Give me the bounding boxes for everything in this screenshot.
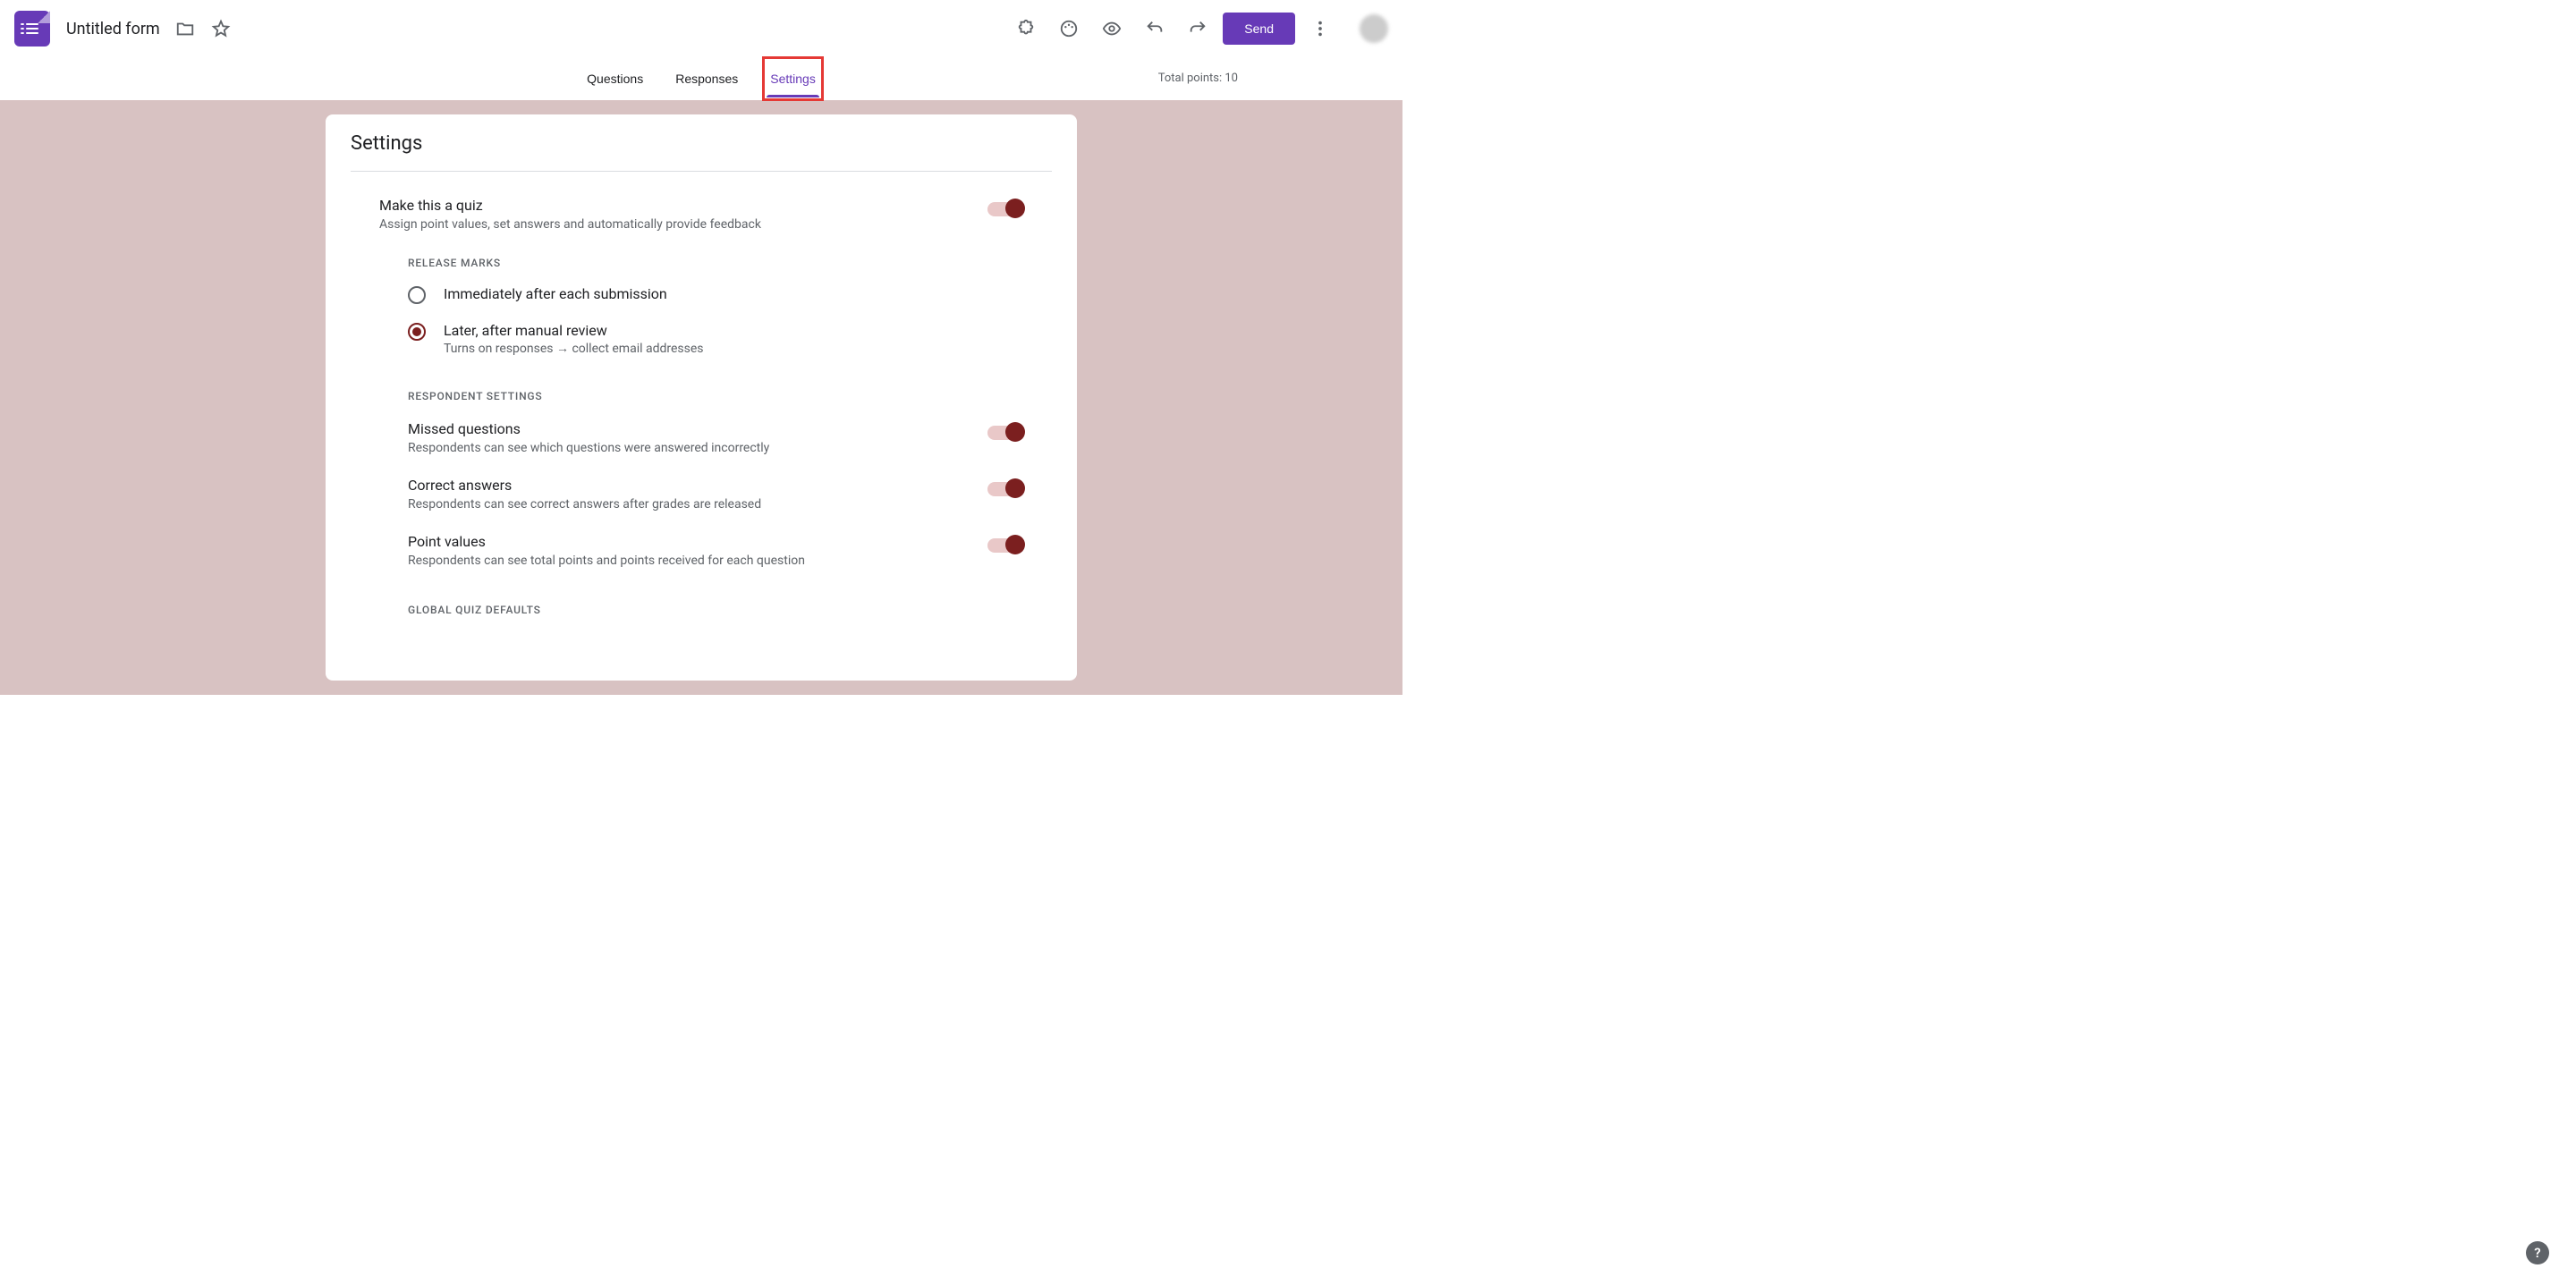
tab-bar: Questions Responses Settings Total point… [0, 57, 1402, 100]
total-points-label: Total points: 10 [1158, 72, 1238, 85]
tab-settings[interactable]: Settings [767, 61, 819, 97]
correct-answers-row: Correct answers Respondents can see corr… [351, 466, 1052, 522]
undo-icon [1145, 19, 1165, 38]
make-quiz-row: Make this a quiz Assign point values, se… [351, 197, 1052, 232]
undo-button[interactable] [1137, 11, 1173, 47]
make-quiz-desc: Assign point values, set answers and aut… [379, 217, 987, 232]
correct-answers-desc: Respondents can see correct answers afte… [408, 497, 987, 512]
release-later-option[interactable]: Later, after manual review Turns on resp… [351, 313, 1052, 365]
redo-button[interactable] [1180, 11, 1216, 47]
missed-questions-title: Missed questions [408, 420, 987, 437]
release-immediate-label: Immediately after each submission [444, 285, 667, 302]
release-later-sub: Turns on responses → collect email addre… [444, 341, 704, 356]
redo-icon [1188, 19, 1208, 38]
customize-theme-button[interactable] [1051, 11, 1087, 47]
global-quiz-defaults-header: GLOBAL QUIZ DEFAULTS [351, 579, 1052, 623]
eye-icon [1102, 19, 1122, 38]
preview-button[interactable] [1094, 11, 1130, 47]
point-values-title: Point values [408, 533, 987, 550]
settings-card: Settings Make this a quiz Assign point v… [326, 114, 1077, 681]
release-later-label: Later, after manual review [444, 322, 704, 339]
star-icon [211, 19, 231, 38]
point-values-desc: Respondents can see total points and poi… [408, 554, 987, 568]
header-actions: Send [1008, 11, 1388, 47]
radio-selected-icon [408, 323, 426, 341]
release-immediate-option[interactable]: Immediately after each submission [351, 276, 1052, 313]
correct-answers-title: Correct answers [408, 477, 987, 494]
make-quiz-title: Make this a quiz [379, 197, 987, 214]
folder-icon [175, 19, 195, 38]
point-values-row: Point values Respondents can see total p… [351, 522, 1052, 579]
send-button[interactable]: Send [1223, 13, 1295, 45]
star-button[interactable] [203, 11, 239, 47]
tab-questions[interactable]: Questions [583, 61, 647, 97]
app-header: Untitled form Send [0, 0, 1402, 57]
forms-logo-icon[interactable] [14, 11, 50, 47]
more-vert-icon [1310, 19, 1330, 38]
form-title[interactable]: Untitled form [66, 20, 160, 38]
puzzle-icon [1016, 19, 1036, 38]
missed-questions-toggle[interactable] [987, 426, 1023, 440]
palette-icon [1059, 19, 1079, 38]
respondent-settings-header: RESPONDENT SETTINGS [351, 365, 1052, 410]
radio-icon [408, 286, 426, 304]
make-quiz-toggle[interactable] [987, 202, 1023, 216]
canvas-area: Settings Make this a quiz Assign point v… [0, 100, 1402, 695]
more-button[interactable] [1302, 11, 1338, 47]
missed-questions-desc: Respondents can see which questions were… [408, 441, 987, 455]
move-to-folder-button[interactable] [167, 11, 203, 47]
account-avatar[interactable] [1360, 14, 1388, 43]
missed-questions-row: Missed questions Respondents can see whi… [351, 410, 1052, 466]
tab-responses[interactable]: Responses [672, 61, 741, 97]
addons-button[interactable] [1008, 11, 1044, 47]
release-marks-header: RELEASE MARKS [351, 232, 1052, 276]
settings-title: Settings [351, 132, 1052, 172]
help-button[interactable]: ? [2526, 1241, 2549, 1264]
point-values-toggle[interactable] [987, 538, 1023, 553]
correct-answers-toggle[interactable] [987, 482, 1023, 496]
